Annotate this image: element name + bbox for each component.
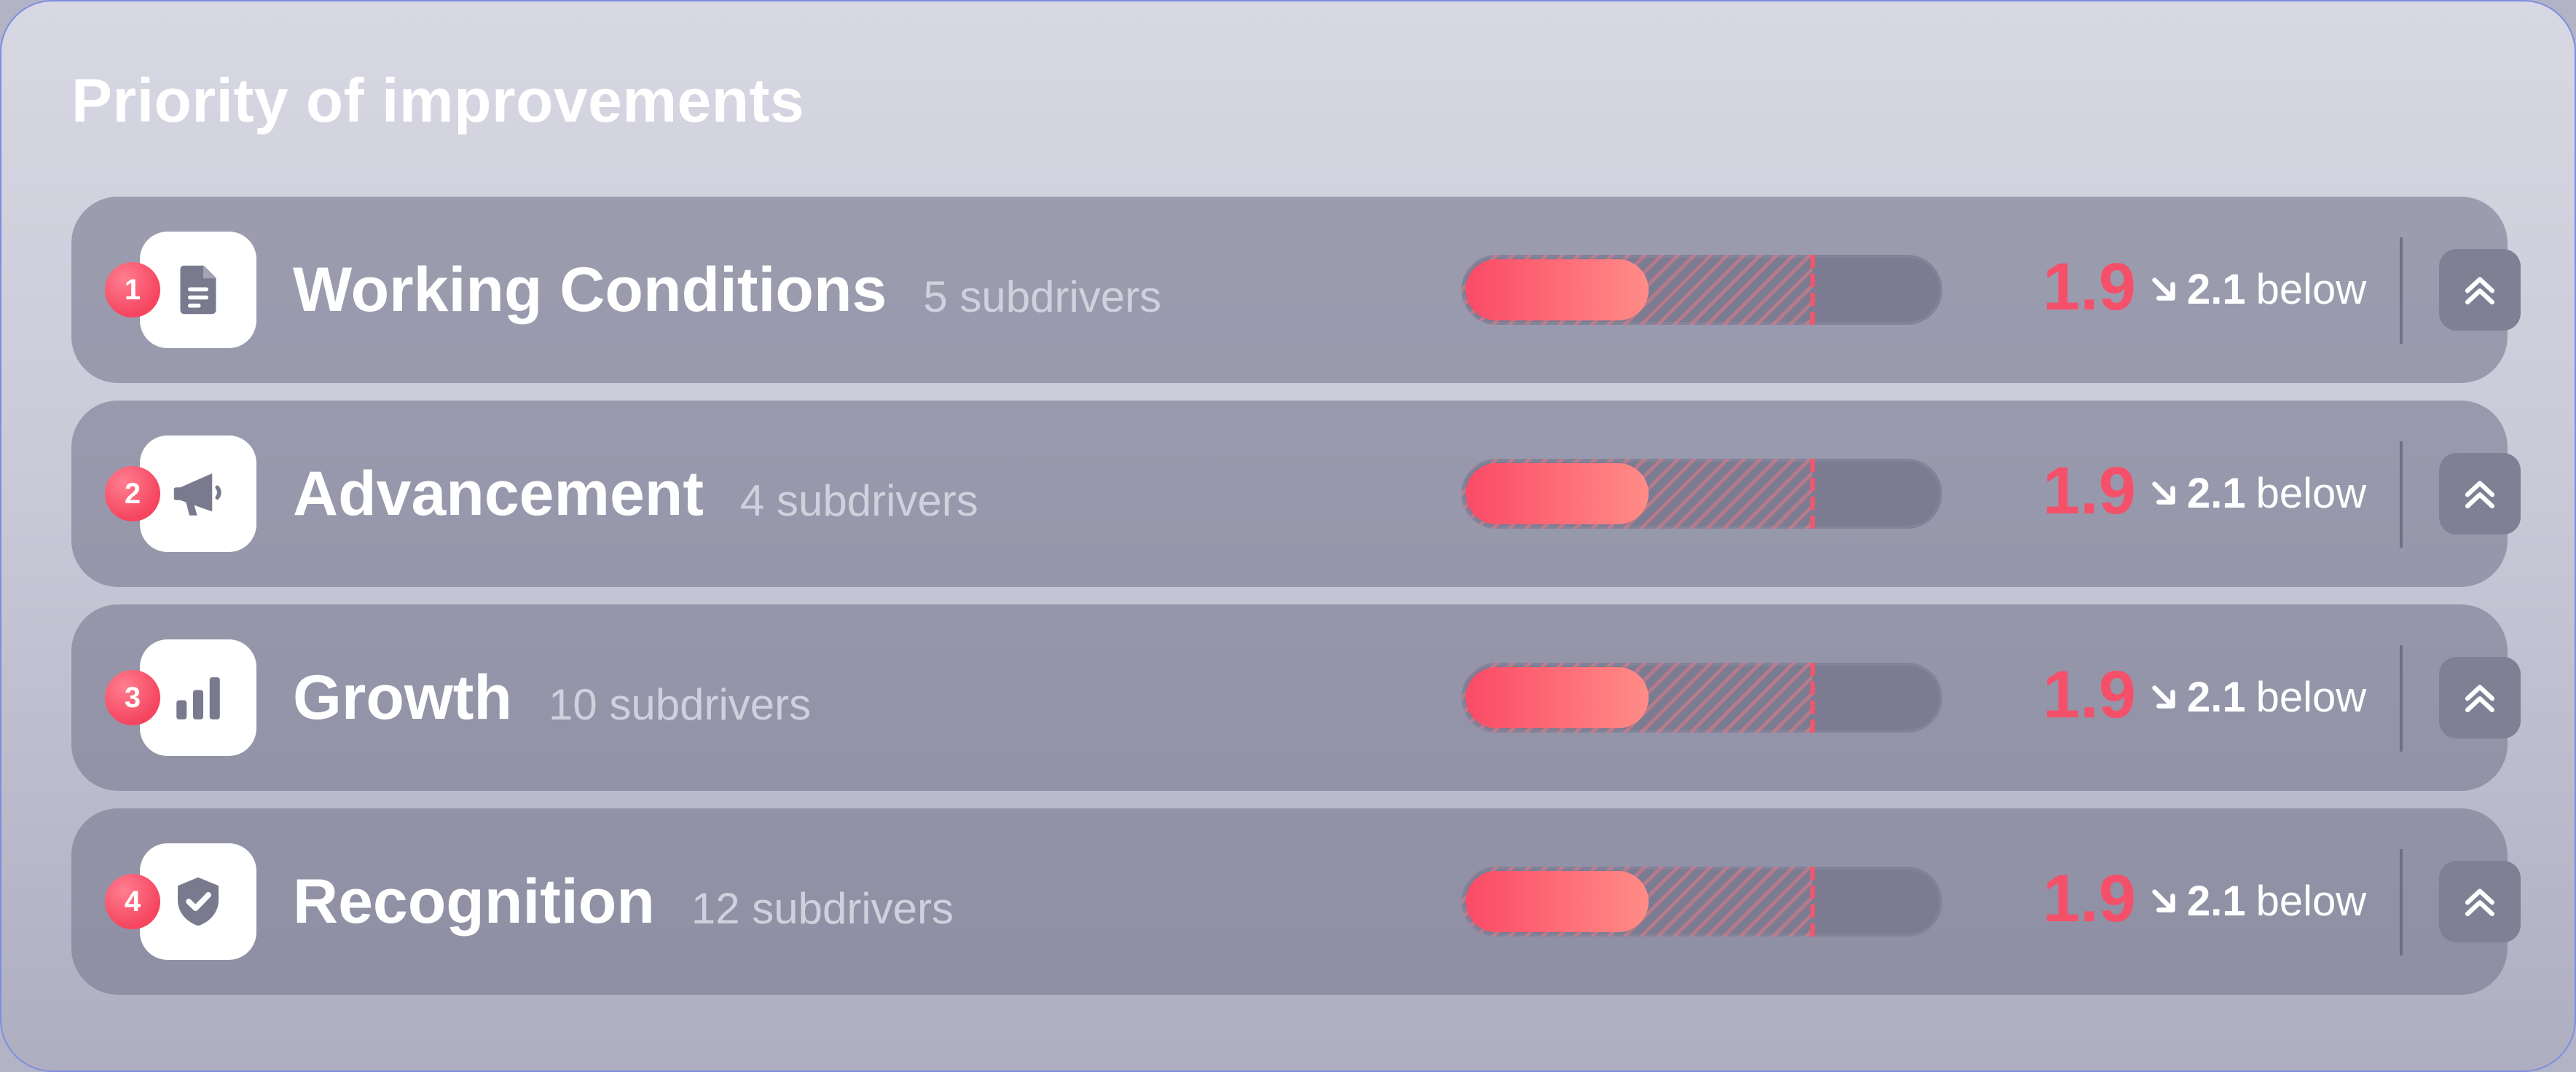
arrow-down-right-icon: [2152, 481, 2175, 505]
row-divider: [2400, 237, 2403, 344]
score-value: 1.9: [2043, 658, 2136, 732]
score-delta: 2.1 below: [2148, 265, 2366, 314]
score-delta: 2.1 below: [2148, 877, 2366, 926]
subdriver-count: 5 subdrivers: [923, 272, 1162, 322]
score-delta: 2.1 below: [2148, 469, 2366, 518]
collapse-button[interactable]: [2439, 453, 2521, 535]
score-bar-fill: [1466, 463, 1649, 524]
improvement-row-working-conditions: 1 Working Conditions 5 subdrivers 1.9 2.1: [71, 197, 2521, 383]
rank-badge: 4: [105, 874, 160, 929]
collapse-button[interactable]: [2439, 657, 2521, 738]
row-divider: [2400, 645, 2403, 752]
improvement-row-growth: 3 Growth 10 subdrivers 1.9 2.1 below: [71, 604, 2521, 791]
rank-badge: 3: [105, 670, 160, 725]
score-bar: [1461, 867, 1942, 937]
driver-name: Advancement 4 subdrivers: [293, 459, 978, 533]
driver-name: Working Conditions 5 subdrivers: [293, 255, 1161, 329]
delta-value: 2.1: [2187, 674, 2246, 721]
score-bar-fill: [1466, 871, 1649, 932]
double-chevron-up-icon: [2465, 277, 2495, 305]
double-chevron-up-icon: [2465, 481, 2495, 509]
double-chevron-up-icon: [2465, 888, 2495, 917]
improvement-row-advancement: 2 Advancement 4 subdrivers 1.9 2.1 below: [71, 401, 2521, 587]
arrow-down-right-icon: [2152, 277, 2175, 301]
panel-title: Priority of improvements: [71, 66, 805, 135]
score-value: 1.9: [2043, 862, 2136, 936]
subdriver-count: 4 subdrivers: [739, 476, 978, 526]
driver-name-text: Growth: [293, 663, 512, 733]
arrow-down-right-icon: [2152, 888, 2175, 913]
score-bar-fill: [1466, 667, 1649, 728]
driver-name-text: Working Conditions: [293, 255, 887, 325]
double-chevron-up-icon: [2465, 685, 2495, 713]
rank-badge: 1: [105, 262, 160, 318]
driver-name-text: Advancement: [293, 459, 704, 529]
benchmark-marker: [1810, 867, 1815, 937]
subdriver-count: 10 subdrivers: [548, 680, 812, 730]
delta-value: 2.1: [2187, 266, 2246, 313]
priority-panel: Priority of improvements 1 Working Condi…: [0, 0, 2576, 1072]
collapse-button[interactable]: [2439, 249, 2521, 331]
score-value: 1.9: [2043, 250, 2136, 324]
improvement-row-recognition: 4 Recognition 12 subdrivers 1.9 2.1 below: [71, 808, 2521, 995]
driver-name: Growth 10 subdrivers: [293, 663, 811, 737]
row-divider: [2400, 849, 2403, 955]
driver-name: Recognition 12 subdrivers: [293, 867, 954, 941]
score-delta: 2.1 below: [2148, 673, 2366, 722]
delta-text: below: [2255, 674, 2367, 721]
collapse-button[interactable]: [2439, 861, 2521, 942]
delta-value: 2.1: [2187, 470, 2246, 517]
score-bar-fill: [1466, 259, 1649, 320]
score-bar: [1461, 663, 1942, 733]
score-value: 1.9: [2043, 454, 2136, 528]
row-divider: [2400, 441, 2403, 548]
driver-name-text: Recognition: [293, 867, 655, 937]
benchmark-marker: [1810, 459, 1815, 529]
benchmark-marker: [1810, 255, 1815, 325]
benchmark-marker: [1810, 663, 1815, 733]
delta-value: 2.1: [2187, 878, 2246, 925]
score-bar: [1461, 255, 1942, 325]
delta-text: below: [2255, 266, 2367, 313]
delta-text: below: [2255, 470, 2367, 517]
delta-text: below: [2255, 878, 2367, 925]
rank-badge: 2: [105, 466, 160, 521]
arrow-down-right-icon: [2152, 685, 2175, 709]
score-bar: [1461, 459, 1942, 529]
subdriver-count: 12 subdrivers: [691, 884, 954, 934]
